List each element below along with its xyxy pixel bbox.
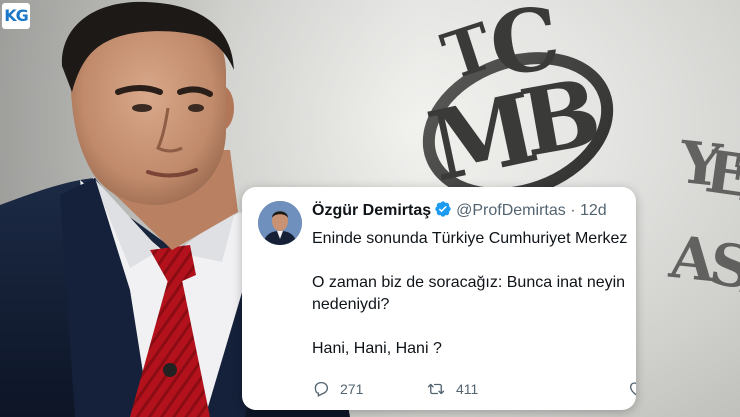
heart-icon bbox=[629, 382, 636, 396]
user-handle[interactable]: @ProfDemirtas bbox=[456, 202, 566, 219]
retweet-count: 411 bbox=[456, 381, 479, 397]
reply-icon bbox=[314, 381, 329, 397]
avatar[interactable] bbox=[258, 201, 302, 245]
tweet-text: Eninde sonunda Türkiye Cumhuriyet Merkez… bbox=[312, 228, 636, 360]
tweet-actions: 271 411 bbox=[312, 377, 636, 401]
tweet-time[interactable]: 12d bbox=[580, 202, 607, 219]
retweet-button[interactable]: 411 bbox=[426, 377, 478, 401]
avatar-image bbox=[258, 201, 302, 245]
separator-dot: · bbox=[570, 202, 576, 219]
tweet-header: Özgür Demirtaş @ProfDemirtas · 12d bbox=[312, 200, 636, 222]
display-name[interactable]: Özgür Demirtaş bbox=[312, 202, 431, 219]
site-watermark-logo: KG bbox=[2, 3, 30, 29]
like-button[interactable] bbox=[628, 377, 636, 401]
tweet-line: nedeniydi? bbox=[312, 296, 390, 313]
tweet-line: Hani, Hani, Hani ? bbox=[312, 340, 442, 357]
tcmb-logo-emblem: T C M B bbox=[419, 6, 614, 203]
tweet-line: Eninde sonunda Türkiye Cumhuriyet Merkez bbox=[312, 230, 628, 247]
reply-count: 271 bbox=[340, 381, 364, 397]
retweet-icon bbox=[427, 383, 445, 395]
tweet-card[interactable]: Özgür Demirtaş @ProfDemirtas · 12d Eninde… bbox=[242, 187, 636, 410]
wall-lettering: Y E T A S I bbox=[666, 128, 740, 310]
reply-button[interactable]: 271 bbox=[312, 377, 363, 401]
verified-badge-icon bbox=[434, 200, 452, 222]
tweet-line: O zaman biz de soracağız: Bunca inat ney… bbox=[312, 274, 626, 291]
